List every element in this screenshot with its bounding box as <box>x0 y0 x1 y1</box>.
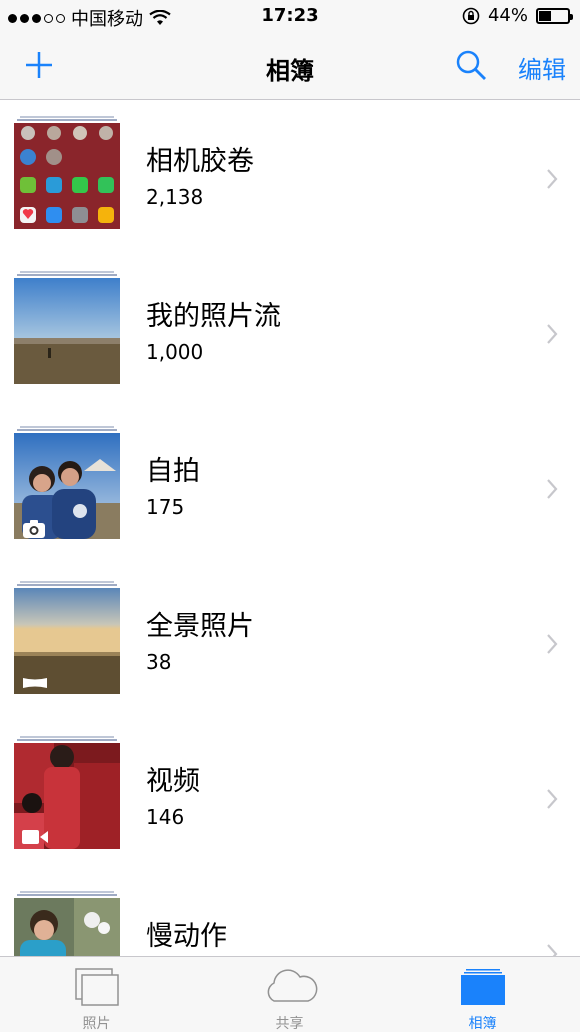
orientation-lock-icon <box>462 7 480 24</box>
battery-level <box>539 10 552 21</box>
album-thumbnail <box>14 581 120 696</box>
album-count: 38 <box>146 650 172 674</box>
tab-bar: 照片 共享 相簿 <box>0 956 580 1032</box>
tab-albums[interactable]: 相簿 <box>386 957 579 1032</box>
status-right: 44% <box>462 5 573 26</box>
chevron-right-icon <box>547 169 558 189</box>
album-count: 1,000 <box>146 340 204 364</box>
album-row-selfies[interactable]: 自拍 175 <box>0 411 580 566</box>
album-count: 175 <box>146 495 185 519</box>
chevron-right-icon <box>547 479 558 499</box>
search-icon[interactable] <box>454 48 488 82</box>
home-screen-thumbnail <box>14 123 120 229</box>
album-thumbnail <box>14 426 120 541</box>
navigation-bar: 相簿 编辑 <box>0 32 580 100</box>
album-title: 相机胶卷 <box>146 146 254 177</box>
album-thumbnail <box>14 116 120 231</box>
edit-button[interactable]: 编辑 <box>518 50 566 85</box>
landscape-thumbnail <box>14 278 120 384</box>
album-row-videos[interactable]: 视频 146 <box>0 721 580 876</box>
album-title: 全景照片 <box>146 611 254 642</box>
album-title: 慢动作 <box>146 921 227 952</box>
album-title: 视频 <box>146 766 200 797</box>
battery-icon <box>536 7 573 24</box>
album-title: 自拍 <box>146 456 200 487</box>
video-camera-icon <box>22 830 48 844</box>
tab-shared[interactable]: 共享 <box>193 957 386 1032</box>
album-thumbnail <box>14 736 120 851</box>
tab-label: 共享 <box>275 1016 304 1032</box>
page-title: 相簿 <box>266 57 314 85</box>
tab-label: 照片 <box>82 1016 111 1032</box>
tab-photos[interactable]: 照片 <box>0 957 193 1032</box>
cloud-icon <box>267 969 317 1002</box>
chevron-right-icon <box>547 944 558 956</box>
album-row-my-photo-stream[interactable]: 我的照片流 1,000 <box>0 256 580 411</box>
photos-icon <box>74 968 119 1006</box>
albums-icon <box>460 969 505 1005</box>
selfie-camera-icon <box>23 520 45 538</box>
chevron-right-icon <box>547 789 558 809</box>
album-title: 我的照片流 <box>146 301 281 332</box>
album-list[interactable]: 相机胶卷 2,138 我的照片流 1,000 自拍 175 全景照片 38 视频… <box>0 101 580 956</box>
panorama-icon <box>23 678 47 688</box>
album-thumbnail <box>14 271 120 386</box>
album-row-camera-roll[interactable]: 相机胶卷 2,138 <box>0 101 580 256</box>
chevron-right-icon <box>547 634 558 654</box>
album-count: 2,138 <box>146 185 204 209</box>
album-thumbnail <box>14 891 120 956</box>
album-row-panoramas[interactable]: 全景照片 38 <box>0 566 580 721</box>
status-bar: 中国移动 17:23 44% <box>0 0 580 32</box>
tab-label: 相簿 <box>468 1016 497 1032</box>
album-count: 146 <box>146 805 185 829</box>
battery-percent: 44% <box>487 5 528 26</box>
album-row-slo-mo[interactable]: 慢动作 <box>0 876 580 956</box>
slo-mo-thumbnail <box>14 898 120 956</box>
chevron-right-icon <box>547 324 558 344</box>
